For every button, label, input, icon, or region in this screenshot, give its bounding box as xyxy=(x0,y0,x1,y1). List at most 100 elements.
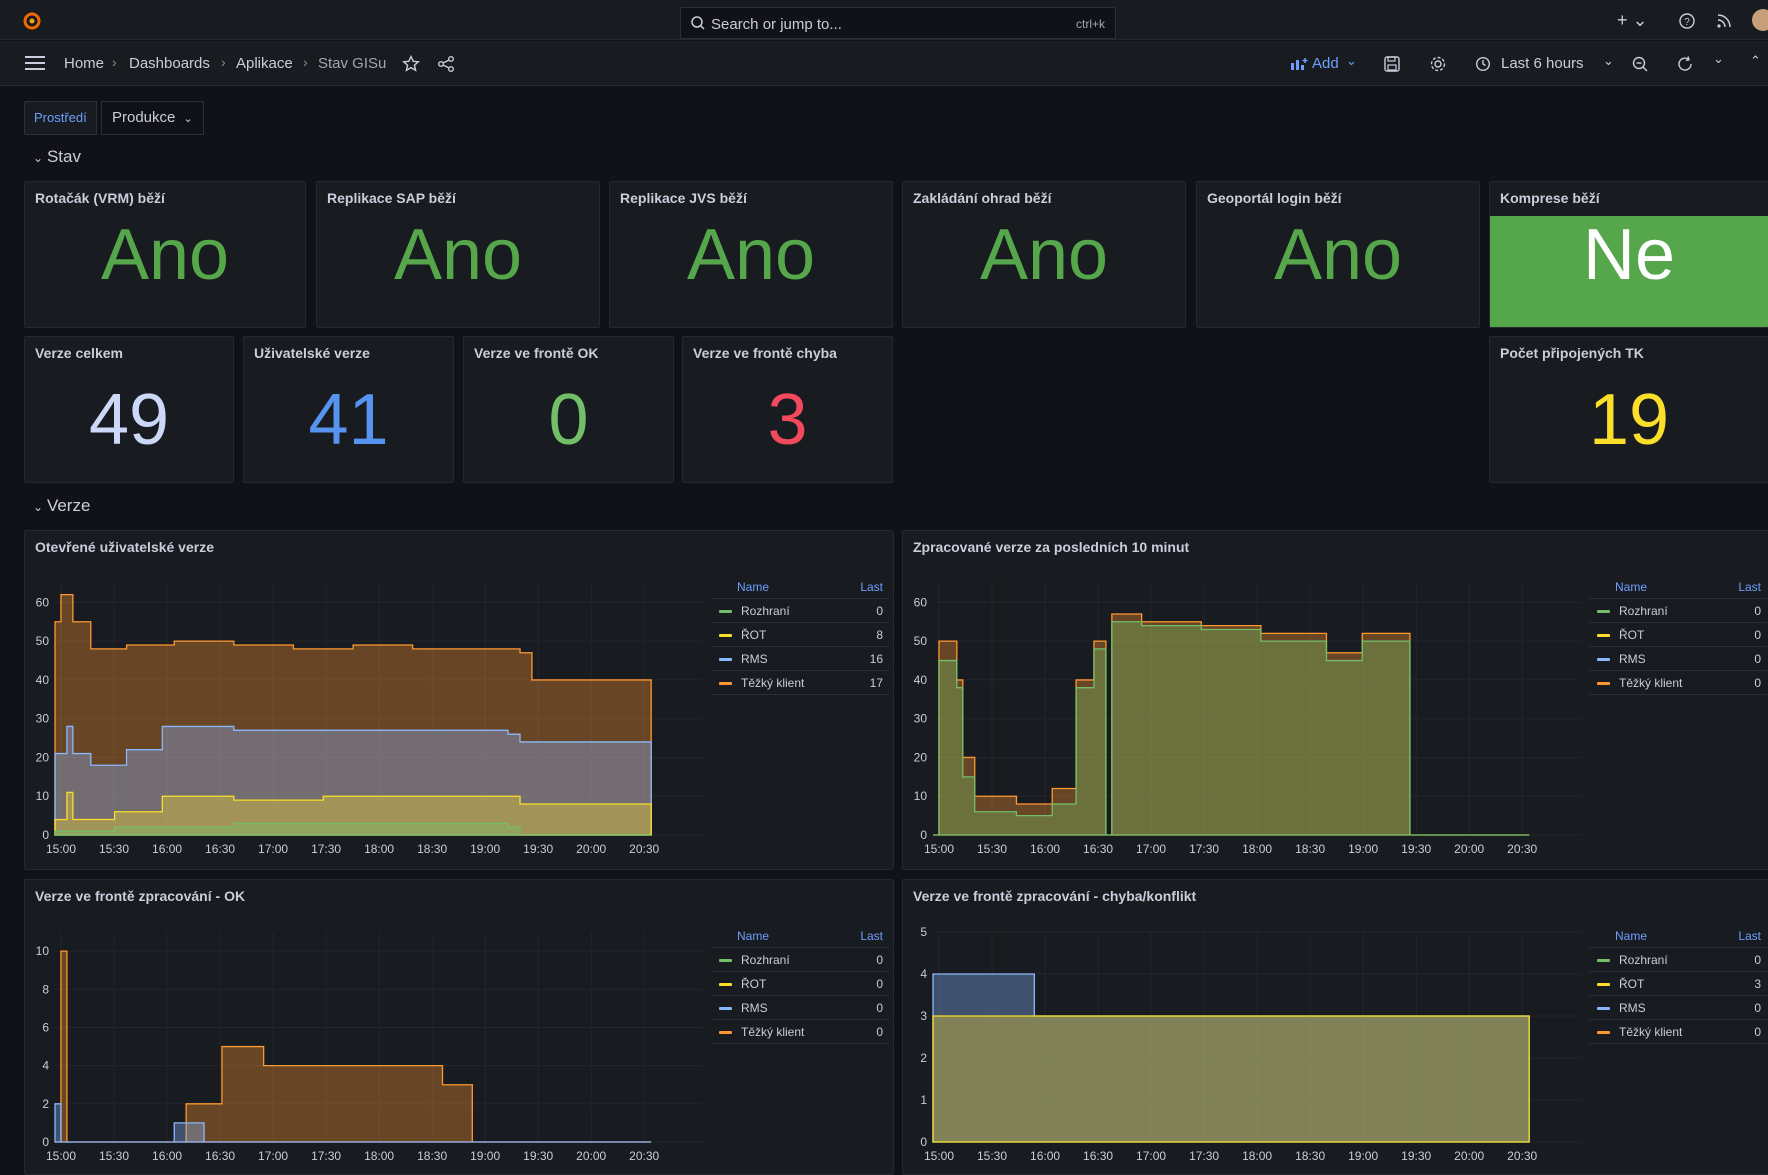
collapse-chevron-up-icon[interactable]: ⌃ xyxy=(1750,53,1761,69)
breadcrumb-aplikace[interactable]: Aplikace xyxy=(236,55,293,72)
legend-row[interactable]: Rozhraní 0 xyxy=(1589,599,1767,623)
x-tick-label: 16:30 xyxy=(1083,842,1113,856)
help-icon[interactable]: ? xyxy=(1678,12,1696,30)
timeseries-panel[interactable]: Verze ve frontě zpracování - OK 0 2 4 6 8 10 1… xyxy=(24,879,894,1175)
timeseries-panel[interactable]: Otevřené uživatelské verze 0 10 20 30 40 50 60… xyxy=(24,530,894,870)
stat-panel[interactable]: Replikace JVS běží Ano xyxy=(609,181,893,328)
x-tick-label: 20:00 xyxy=(1454,1149,1484,1163)
legend-row[interactable]: ŘOT 0 xyxy=(1589,623,1767,647)
variable-value: Produkce xyxy=(112,109,176,126)
legend-row[interactable]: Těžký klient 0 xyxy=(1589,1020,1767,1044)
timeseries-panel[interactable]: Verze ve frontě zpracování - chyba/konfl… xyxy=(902,879,1768,1175)
legend-last-value: 0 xyxy=(876,1025,883,1039)
refresh-icon[interactable] xyxy=(1676,55,1694,73)
breadcrumb-separator: › xyxy=(303,54,308,70)
y-tick-label: 30 xyxy=(36,712,50,726)
svg-text:?: ? xyxy=(1684,17,1690,28)
breadcrumb-dashboards[interactable]: Dashboards xyxy=(129,55,210,72)
x-tick-label: 18:30 xyxy=(1295,842,1325,856)
legend-swatch xyxy=(719,959,732,962)
chevron-down-icon: ⌄ xyxy=(1603,53,1614,68)
stat-panel[interactable]: Počet připojených TK 19 xyxy=(1489,336,1768,483)
legend-last-value: 0 xyxy=(1754,1025,1761,1039)
stat-panel[interactable]: Geoportál login běží Ano xyxy=(1196,181,1480,328)
news-rss-icon[interactable] xyxy=(1716,13,1732,29)
chart-plot[interactable]: 0 10 20 30 40 50 60 15:00 15:30 16:00 16:30 17:00 17… xyxy=(25,569,713,869)
legend-row[interactable]: ŘOT 3 xyxy=(1589,972,1767,996)
save-icon[interactable] xyxy=(1383,55,1401,73)
variable-select[interactable]: Produkce ⌄ xyxy=(101,101,204,135)
share-icon[interactable] xyxy=(437,55,455,73)
star-icon[interactable] xyxy=(402,55,420,73)
search-input[interactable]: Search or jump to... ctrl+k xyxy=(680,7,1116,39)
x-tick-label: 16:00 xyxy=(1030,1149,1060,1163)
stat-panel[interactable]: Verze ve frontě OK 0 xyxy=(463,336,674,483)
legend-name-header[interactable]: Name xyxy=(737,929,769,943)
add-panel-icon xyxy=(1291,58,1308,70)
legend-swatch xyxy=(719,610,732,613)
variable-label: Prostředí xyxy=(24,101,97,135)
y-tick-label: 5 xyxy=(920,925,927,939)
stat-panel[interactable]: Verze ve frontě chyba 3 xyxy=(682,336,893,483)
legend-series-name: Rozhraní xyxy=(741,953,790,967)
legend-row[interactable]: Těžký klient 0 xyxy=(711,1020,889,1044)
refresh-interval-chevron-icon[interactable]: ⌄ xyxy=(1713,51,1724,67)
legend-row[interactable]: Těžký klient 17 xyxy=(711,671,889,695)
legend-swatch xyxy=(1597,610,1610,613)
stat-panel[interactable]: Uživatelské verze 41 xyxy=(243,336,454,483)
stat-panel[interactable]: Replikace SAP běží Ano xyxy=(316,181,600,328)
legend-last-header[interactable]: Last xyxy=(1738,580,1761,594)
legend-last-header[interactable]: Last xyxy=(860,580,883,594)
legend-row[interactable]: Rozhraní 0 xyxy=(711,948,889,972)
chart-legend: Name Last Rozhraní 0 ŘOT 0 RMS 0 Těžký klient 0 xyxy=(1589,575,1767,695)
legend-swatch xyxy=(719,682,732,685)
y-tick-label: 20 xyxy=(914,750,928,764)
legend-swatch xyxy=(1597,658,1610,661)
legend-last-value: 8 xyxy=(876,628,883,642)
legend-name-header[interactable]: Name xyxy=(1615,929,1647,943)
chart-plot[interactable]: 0 2 4 6 8 10 15:00 15:30 16:00 16:30 17:00 17:30 18:… xyxy=(25,918,713,1175)
legend-row[interactable]: Rozhraní 0 xyxy=(1589,948,1767,972)
panel-value: Ano xyxy=(979,215,1109,295)
legend-row[interactable]: Rozhraní 0 xyxy=(711,599,889,623)
x-tick-label: 19:30 xyxy=(1401,842,1431,856)
panel-title: Rotačák (VRM) běží xyxy=(35,190,165,206)
x-tick-label: 16:30 xyxy=(205,1149,235,1163)
legend-last-value: 17 xyxy=(869,676,883,690)
grafana-logo-icon[interactable] xyxy=(22,10,42,30)
x-tick-label: 17:00 xyxy=(1136,1149,1166,1163)
legend-series-name: ŘOT xyxy=(741,628,767,642)
legend-name-header[interactable]: Name xyxy=(1615,580,1647,594)
zoom-out-icon[interactable] xyxy=(1631,55,1649,73)
user-avatar[interactable] xyxy=(1752,9,1768,31)
new-plus-icon[interactable]: + ⌄ xyxy=(1617,10,1648,31)
x-tick-label: 20:30 xyxy=(1507,842,1537,856)
menu-hamburger-icon[interactable] xyxy=(24,55,46,71)
legend-row[interactable]: RMS 0 xyxy=(711,996,889,1020)
stat-panel[interactable]: Verze celkem 49 xyxy=(24,336,234,483)
stat-panel[interactable]: Komprese běží Ne xyxy=(1489,181,1768,328)
x-tick-label: 17:30 xyxy=(1189,842,1219,856)
legend-last-header[interactable]: Last xyxy=(860,929,883,943)
legend-series-name: Těžký klient xyxy=(741,676,805,690)
legend-row[interactable]: ŘOT 0 xyxy=(711,972,889,996)
x-tick-label: 16:00 xyxy=(152,1149,182,1163)
row-stav[interactable]: ⌄ Stav xyxy=(33,147,81,167)
timeseries-panel[interactable]: Zpracované verze za posledních 10 minut … xyxy=(902,530,1768,870)
legend-row[interactable]: RMS 0 xyxy=(1589,996,1767,1020)
settings-gear-icon[interactable] xyxy=(1429,55,1447,73)
legend-name-header[interactable]: Name xyxy=(737,580,769,594)
chart-plot[interactable]: 0 1 2 3 4 5 15:00 15:30 16:00 16:30 17:00 17:30 18:0… xyxy=(903,918,1591,1175)
legend-row[interactable]: Těžký klient 0 xyxy=(1589,671,1767,695)
row-verze[interactable]: ⌄ Verze xyxy=(33,496,90,516)
legend-header: Name Last xyxy=(1589,924,1767,948)
chart-plot[interactable]: 0 10 20 30 40 50 60 15:00 15:30 16:00 16:30 17:00 17… xyxy=(903,569,1591,869)
breadcrumb-home[interactable]: Home xyxy=(64,55,104,72)
stat-panel[interactable]: Zakládání ohrad běží Ano xyxy=(902,181,1186,328)
time-range-picker[interactable]: Last 6 hours ⌄ xyxy=(1475,53,1615,77)
legend-row[interactable]: RMS 0 xyxy=(1589,647,1767,671)
stat-panel[interactable]: Rotačák (VRM) běží Ano xyxy=(24,181,306,328)
legend-row[interactable]: RMS 16 xyxy=(711,647,889,671)
legend-row[interactable]: ŘOT 8 xyxy=(711,623,889,647)
legend-last-header[interactable]: Last xyxy=(1738,929,1761,943)
